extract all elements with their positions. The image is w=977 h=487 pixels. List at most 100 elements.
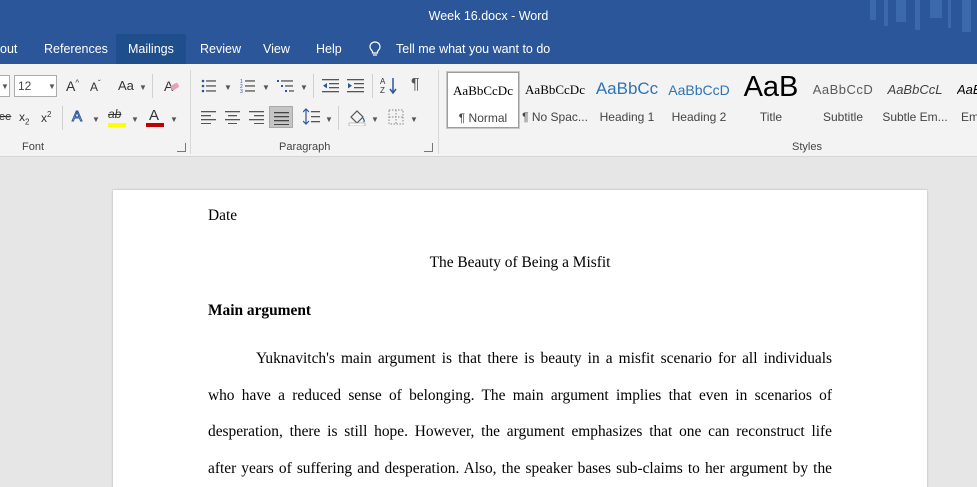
tab-help[interactable]: Help: [308, 34, 350, 64]
style-no-spacing[interactable]: AaBbCcDc ¶ No Spac...: [519, 72, 591, 128]
highlighter-icon: ab: [108, 107, 122, 121]
section-heading: Main argument: [208, 302, 312, 319]
clear-formatting-icon[interactable]: A: [163, 77, 181, 95]
tab-references[interactable]: References: [36, 34, 116, 64]
shading-icon[interactable]: [348, 108, 366, 126]
tab-mailings[interactable]: Mailings: [116, 34, 186, 64]
style-name: ¶ Normal: [458, 111, 508, 125]
text-effects-icon: A: [71, 108, 83, 126]
style-preview: AaBbCc: [595, 79, 659, 98]
change-case-icon: Aa: [118, 78, 134, 93]
style-name: Heading 2: [671, 110, 727, 124]
style-emphasis[interactable]: AaBl Em: [951, 72, 977, 128]
chevron-down-icon[interactable]: ▼: [92, 115, 100, 124]
bullets-icon[interactable]: [201, 78, 217, 94]
font-color-swatch: [146, 123, 164, 127]
tell-me-search[interactable]: Tell me what you want to do: [366, 34, 550, 64]
style-heading-1[interactable]: AaBbCc Heading 1: [591, 72, 663, 128]
font-name-combo[interactable]: ▼: [0, 75, 10, 97]
chevron-down-icon[interactable]: ▼: [224, 83, 232, 92]
chevron-down-icon[interactable]: ▼: [371, 115, 379, 124]
style-name: Subtitle: [822, 110, 864, 124]
group-separator: [190, 70, 191, 154]
justify-button[interactable]: [269, 106, 293, 128]
change-case-button[interactable]: Aa: [118, 78, 134, 93]
font-size-combo[interactable]: 12 ▼: [14, 75, 57, 97]
highlight-color-swatch: [108, 123, 126, 127]
line-spacing-icon[interactable]: [303, 108, 321, 126]
grow-font-button[interactable]: A^: [66, 78, 79, 94]
window-title: Week 16.docx - Word: [428, 9, 549, 23]
show-formatting-marks-button[interactable]: ¶: [411, 76, 420, 94]
paragraph-group-label: Paragraph: [279, 141, 331, 153]
divider: [313, 74, 314, 98]
align-left-icon[interactable]: [201, 110, 217, 124]
strikethrough-button[interactable]: ee: [0, 111, 11, 123]
shrink-font-button[interactable]: Aˇ: [90, 79, 101, 94]
body-line: Yuknavitch's main argument is that there…: [256, 350, 832, 367]
style-name: Heading 1: [599, 110, 655, 124]
style-title[interactable]: AaB Title: [735, 72, 807, 128]
ribbon: ▼ 12 ▼ A^ Aˇ Aa ▼ A ee x2 x2 A ▼ ab ▼ A …: [0, 64, 977, 157]
divider: [152, 74, 153, 98]
style-preview: AaBbCcD: [812, 82, 874, 97]
body-line: after years of suffering and desperation…: [208, 460, 832, 477]
chevron-down-icon[interactable]: ▼: [325, 115, 333, 124]
subscript-digit: 2: [25, 117, 30, 127]
font-size-value: 12: [18, 79, 32, 93]
body-line: desperation, there is still hope. Howeve…: [208, 423, 832, 440]
divider: [372, 74, 373, 98]
style-preview: AaBbCcDc: [525, 82, 585, 97]
font-color-button[interactable]: A: [149, 107, 159, 124]
style-name: Title: [759, 110, 783, 124]
increase-indent-icon[interactable]: [347, 78, 365, 94]
decrease-indent-icon[interactable]: [322, 78, 340, 94]
document-title: The Beauty of Being a Misfit: [429, 254, 611, 271]
style-normal[interactable]: AaBbCcDc ¶ Normal: [446, 71, 520, 129]
font-dialog-launcher-icon[interactable]: [177, 143, 186, 152]
style-preview: AaB: [743, 72, 799, 103]
tab-review[interactable]: Review: [192, 34, 249, 64]
divider: [62, 106, 63, 130]
chevron-down-icon[interactable]: ▼: [131, 115, 139, 124]
styles-group-label: Styles: [792, 141, 822, 153]
chevron-down-icon: ▼: [1, 82, 9, 91]
borders-icon[interactable]: [388, 109, 404, 125]
style-heading-2[interactable]: AaBbCcD Heading 2: [663, 72, 735, 128]
tab-view[interactable]: View: [255, 34, 298, 64]
chevron-down-icon: ▼: [48, 82, 56, 91]
tab-layout[interactable]: out: [0, 34, 25, 64]
numbering-icon[interactable]: 1 2 3: [240, 78, 256, 94]
chevron-down-icon[interactable]: ▼: [139, 83, 147, 92]
paragraph-dialog-launcher-icon[interactable]: [424, 143, 433, 152]
align-center-icon[interactable]: [225, 110, 241, 124]
highlight-button[interactable]: ab: [108, 107, 121, 121]
font-group-label: Font: [22, 141, 45, 153]
grow-font-icon: A: [66, 78, 76, 94]
divider: [338, 106, 339, 130]
sort-icon[interactable]: AZ: [380, 76, 398, 96]
subscript-button[interactable]: x2: [19, 110, 29, 126]
style-preview: AaBbCcD: [668, 82, 730, 98]
style-preview: AaBbCcDc: [453, 83, 513, 98]
chevron-down-icon[interactable]: ▼: [170, 115, 178, 124]
multilevel-list-icon[interactable]: [277, 78, 295, 94]
style-preview: AaBbCcL: [887, 82, 943, 97]
superscript-digit: 2: [47, 110, 52, 119]
group-separator: [438, 70, 439, 154]
align-right-icon[interactable]: [249, 110, 265, 124]
style-subtitle[interactable]: AaBbCcD Subtitle: [807, 72, 879, 128]
style-subtle-emphasis[interactable]: AaBbCcL Subtle Em...: [879, 72, 951, 128]
svg-text:3: 3: [240, 89, 243, 94]
svg-text:A: A: [380, 77, 386, 86]
superscript-button[interactable]: x2: [41, 110, 51, 125]
body-line: who have a reduced sense of belonging. T…: [208, 387, 832, 404]
text-effects-button[interactable]: A: [71, 108, 83, 126]
ribbon-tabs: out References Mailings Review View Help…: [0, 34, 977, 64]
document-page[interactable]: Date The Beauty of Being a Misfit Main a…: [113, 190, 927, 487]
chevron-down-icon[interactable]: ▼: [262, 83, 270, 92]
style-name: Em: [961, 110, 977, 124]
chevron-down-icon[interactable]: ▼: [410, 115, 418, 124]
chevron-down-icon[interactable]: ▼: [300, 83, 308, 92]
document-canvas[interactable]: Date The Beauty of Being a Misfit Main a…: [0, 158, 977, 487]
